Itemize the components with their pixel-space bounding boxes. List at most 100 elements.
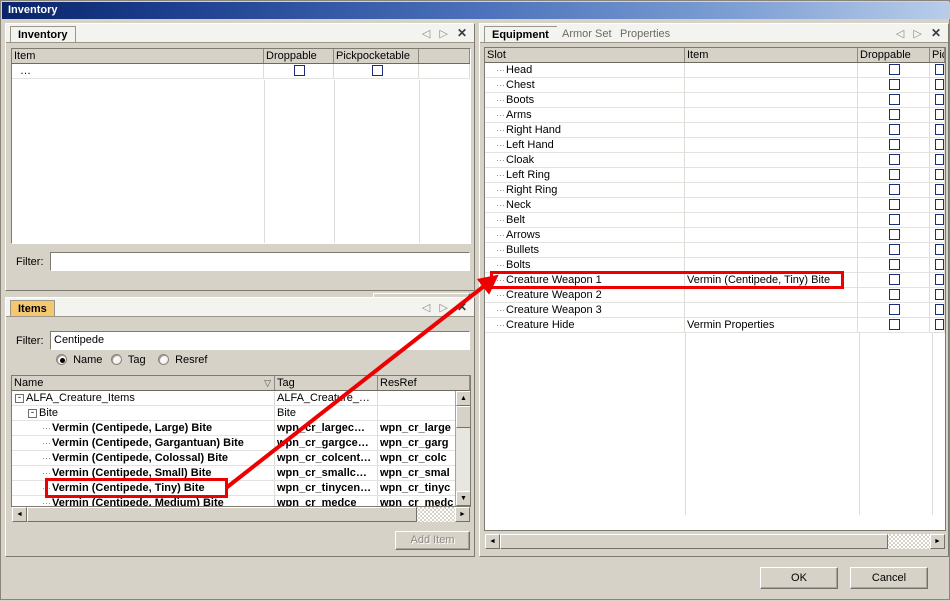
tab-items[interactable]: Items <box>10 300 55 316</box>
items-tree-vscrollbar[interactable]: ▲ ▼ <box>455 391 470 506</box>
pickpocketable-checkbox[interactable] <box>935 214 944 225</box>
cell-droppable[interactable] <box>858 288 930 302</box>
pickpocketable-checkbox[interactable] <box>935 64 944 75</box>
vscroll-thumb[interactable] <box>456 406 470 428</box>
droppable-checkbox[interactable] <box>889 229 900 240</box>
droppable-checkbox[interactable] <box>889 259 900 270</box>
cell-pickpocketable[interactable] <box>930 198 945 212</box>
pickpocketable-checkbox[interactable] <box>371 65 383 76</box>
cell-pickpocketable[interactable] <box>930 213 945 227</box>
cell-pickpocketable[interactable] <box>930 78 945 92</box>
cell-droppable[interactable] <box>858 183 930 197</box>
cell-droppable[interactable] <box>858 258 930 272</box>
table-row[interactable]: ⋯Left Hand <box>485 138 945 153</box>
table-row[interactable]: ⋯Creature Hide Vermin Properties <box>485 318 945 333</box>
inventory-grid-body-empty[interactable] <box>12 80 470 243</box>
close-icon[interactable]: ✕ <box>457 26 470 40</box>
table-row[interactable]: ⋯Creature Weapon 1 Vermin (Centipede, Tin… <box>485 273 945 288</box>
hscroll-right-arrow[interactable]: ► <box>455 507 470 522</box>
radio-tag-dot[interactable] <box>111 354 122 365</box>
pickpocketable-checkbox[interactable] <box>935 154 944 165</box>
table-row[interactable]: ⋯Bolts <box>485 258 945 273</box>
inventory-filter-input[interactable] <box>50 252 470 271</box>
pickpocketable-checkbox[interactable] <box>935 184 944 195</box>
cell-droppable[interactable] <box>858 78 930 92</box>
table-row[interactable]: ⋯Bullets <box>485 243 945 258</box>
hscroll-thumb[interactable] <box>27 507 417 522</box>
table-row[interactable]: ⋯Creature Weapon 3 <box>485 303 945 318</box>
equipment-grid-empty-area[interactable] <box>485 333 945 515</box>
cell-droppable[interactable] <box>264 64 334 78</box>
pickpocketable-checkbox[interactable] <box>935 229 944 240</box>
droppable-checkbox[interactable] <box>889 109 900 120</box>
droppable-checkbox[interactable] <box>889 274 900 285</box>
column-header-droppable[interactable]: Droppable <box>264 49 334 63</box>
radio-resref-dot[interactable] <box>158 354 169 365</box>
list-item[interactable]: ⋯Vermin (Centipede, Large) Bite wpn_cr_la… <box>12 421 470 436</box>
column-header-pickpocketable[interactable]: Pickp <box>930 48 945 62</box>
droppable-checkbox[interactable] <box>889 289 900 300</box>
table-row[interactable]: ⋯Head <box>485 63 945 78</box>
column-header-pickpocketable[interactable]: Pickpocketable <box>334 49 419 63</box>
pickpocketable-checkbox[interactable] <box>935 139 944 150</box>
radio-name[interactable]: Name <box>56 354 102 366</box>
close-icon[interactable]: ✕ <box>931 26 944 40</box>
droppable-checkbox[interactable] <box>889 214 900 225</box>
radio-name-dot[interactable] <box>56 354 67 365</box>
table-row[interactable]: ⋯Arrows <box>485 228 945 243</box>
prev-tab-icon[interactable]: ◁ <box>422 28 433 40</box>
list-item[interactable]: ⋯Vermin (Centipede, Tiny) Bite wpn_cr_tin… <box>12 481 470 496</box>
pickpocketable-checkbox[interactable] <box>935 199 944 210</box>
cell-pickpocketable[interactable] <box>930 183 945 197</box>
hscroll-left-arrow[interactable]: ◄ <box>485 534 500 549</box>
next-tab-icon[interactable]: ▷ <box>913 28 924 40</box>
droppable-checkbox[interactable] <box>889 169 900 180</box>
cell-pickpocketable[interactable] <box>930 108 945 122</box>
equipment-hscrollbar[interactable]: ◄ ► <box>485 534 945 549</box>
list-item[interactable]: - ALFA_Creature_Items ALFA_Creature_… <box>12 391 470 406</box>
items-filter-input[interactable]: Centipede <box>50 331 470 350</box>
cell-droppable[interactable] <box>858 63 930 77</box>
cell-pickpocketable[interactable] <box>930 168 945 182</box>
column-header-name[interactable]: Name ▽ <box>12 376 275 390</box>
table-row[interactable]: ⋯Right Ring <box>485 183 945 198</box>
equipment-grid-body[interactable]: ⋯Head ⋯Chest ⋯Boots ⋯Arms ⋯Right Hand ⋯Left H… <box>485 63 945 333</box>
hscroll-left-arrow[interactable]: ◄ <box>12 507 27 522</box>
table-row[interactable]: ⋯Neck <box>485 198 945 213</box>
tab-properties[interactable]: Properties <box>613 27 678 42</box>
cell-droppable[interactable] <box>858 123 930 137</box>
cell-droppable[interactable] <box>858 318 930 332</box>
list-item[interactable]: ⋯Vermin (Centipede, Medium) Bite wpn_cr_m… <box>12 496 470 506</box>
next-tab-icon[interactable]: ▷ <box>439 302 450 314</box>
items-hscrollbar[interactable]: ◄ ► <box>12 507 470 522</box>
droppable-checkbox[interactable] <box>889 244 900 255</box>
droppable-checkbox[interactable] <box>889 64 900 75</box>
cell-droppable[interactable] <box>858 198 930 212</box>
pickpocketable-checkbox[interactable] <box>935 259 944 270</box>
table-row[interactable]: ⋯Creature Weapon 2 <box>485 288 945 303</box>
hscroll-thumb[interactable] <box>500 534 888 549</box>
cell-pickpocketable[interactable] <box>930 93 945 107</box>
table-row[interactable]: ⋯Chest <box>485 78 945 93</box>
droppable-checkbox[interactable] <box>889 184 900 195</box>
column-header-slot[interactable]: Slot <box>485 48 685 62</box>
vscroll-down-arrow[interactable]: ▼ <box>456 491 470 506</box>
pickpocketable-checkbox[interactable] <box>935 94 944 105</box>
pickpocketable-checkbox[interactable] <box>935 109 944 120</box>
radio-resref[interactable]: Resref <box>158 354 207 366</box>
prev-tab-icon[interactable]: ◁ <box>896 28 907 40</box>
prev-tab-icon[interactable]: ◁ <box>422 302 433 314</box>
ok-button[interactable]: OK <box>760 567 838 589</box>
table-row[interactable]: … <box>12 64 470 79</box>
table-row[interactable]: ⋯Arms <box>485 108 945 123</box>
list-item[interactable]: ⋯Vermin (Centipede, Colossal) Bite wpn_cr… <box>12 451 470 466</box>
cell-pickpocketable[interactable] <box>334 64 419 78</box>
pickpocketable-checkbox[interactable] <box>935 169 944 180</box>
cell-droppable[interactable] <box>858 153 930 167</box>
droppable-checkbox[interactable] <box>889 94 900 105</box>
vscroll-up-arrow[interactable]: ▲ <box>456 391 470 406</box>
cell-droppable[interactable] <box>858 93 930 107</box>
tab-armor-set[interactable]: Armor Set <box>555 27 620 42</box>
table-row[interactable]: ⋯Boots <box>485 93 945 108</box>
pickpocketable-checkbox[interactable] <box>935 319 944 330</box>
